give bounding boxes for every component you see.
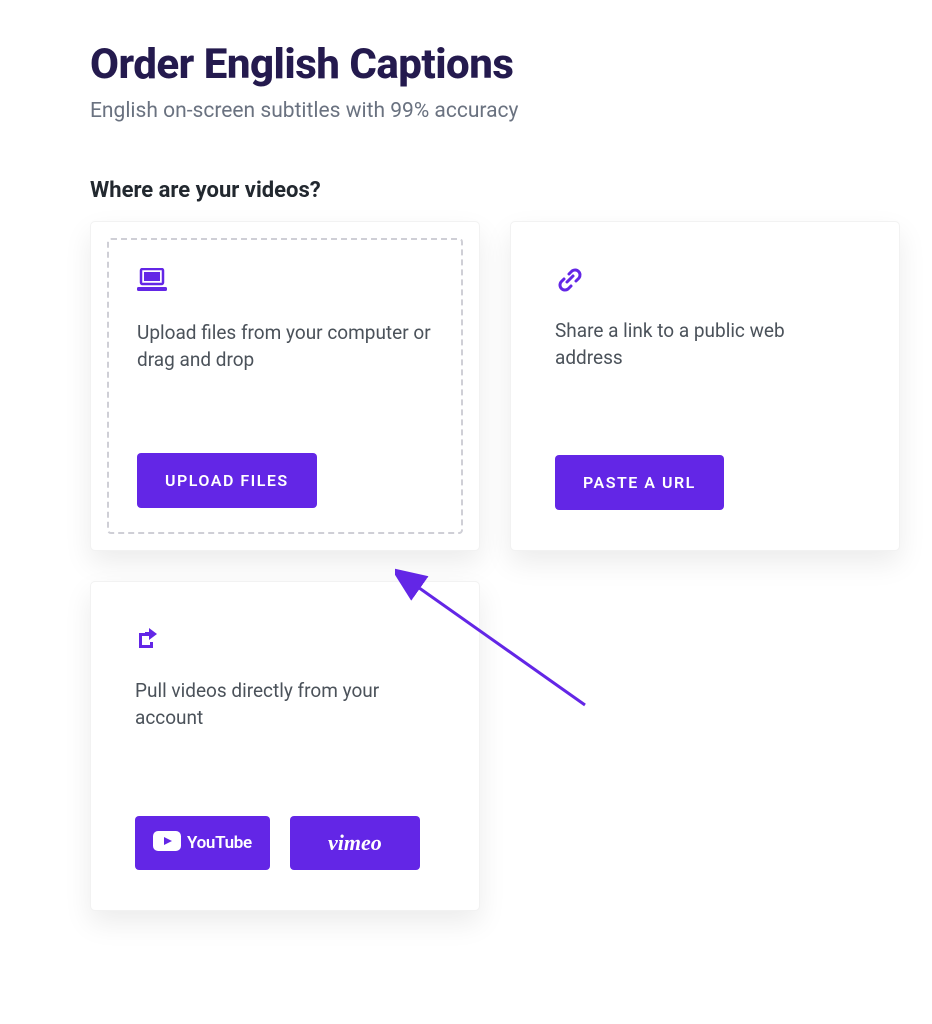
account-card-inner: Pull videos directly from your account Y…: [107, 598, 463, 894]
upload-dropzone[interactable]: Upload files from your computer or drag …: [107, 238, 463, 534]
upload-description: Upload files from your computer or drag …: [137, 320, 433, 373]
vimeo-button[interactable]: vimeo: [290, 816, 420, 870]
upload-files-button[interactable]: Upload Files: [137, 453, 317, 508]
laptop-icon: [137, 268, 433, 298]
upload-card[interactable]: Upload files from your computer or drag …: [90, 221, 480, 551]
vimeo-label: vimeo: [328, 830, 382, 856]
page-subtitle: English on-screen subtitles with 99% acc…: [90, 99, 932, 123]
section-heading: Where are your videos?: [90, 178, 932, 203]
youtube-label: YouTube: [187, 833, 252, 853]
page-title: Order English Captions: [90, 40, 932, 89]
share-icon: [135, 626, 435, 656]
paste-url-button[interactable]: Paste a URL: [555, 455, 724, 510]
url-card-inner: Share a link to a public web address Pas…: [527, 238, 883, 534]
youtube-play-icon: [153, 831, 181, 855]
url-description: Share a link to a public web address: [555, 318, 855, 371]
url-card[interactable]: Share a link to a public web address Pas…: [510, 221, 900, 551]
account-description: Pull videos directly from your account: [135, 678, 435, 731]
link-icon: [555, 266, 855, 296]
youtube-button[interactable]: YouTube: [135, 816, 270, 870]
cards-grid: Upload files from your computer or drag …: [90, 221, 910, 911]
account-card[interactable]: Pull videos directly from your account Y…: [90, 581, 480, 911]
